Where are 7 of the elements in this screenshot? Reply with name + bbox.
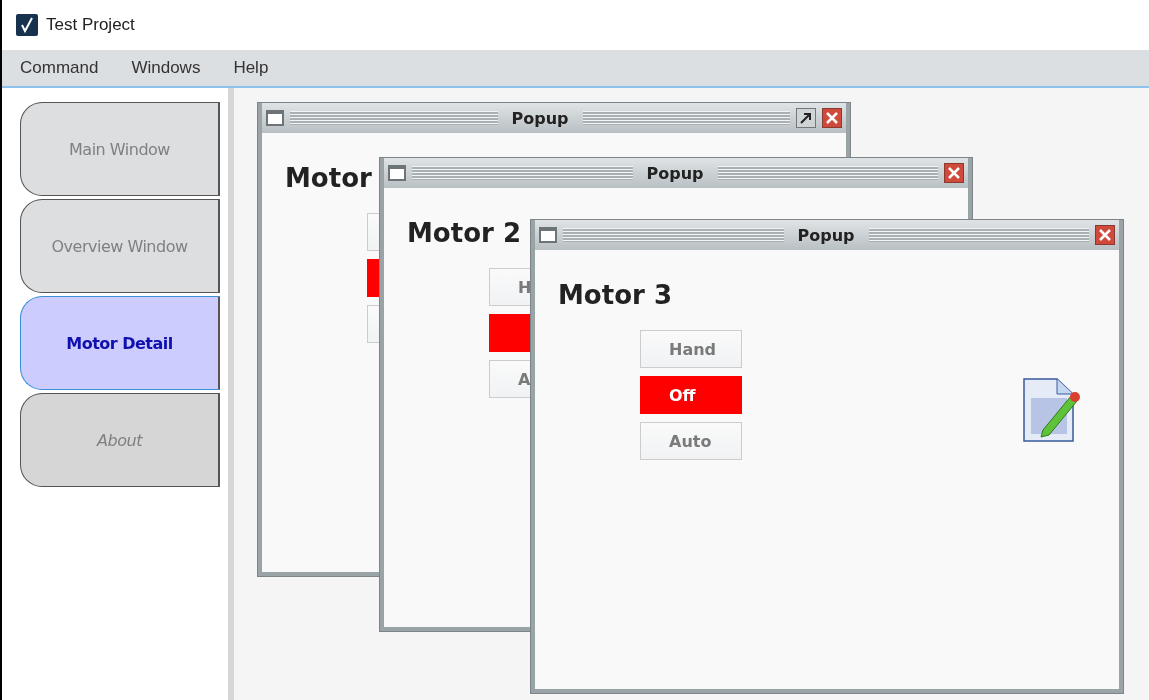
motor-heading: Motor 3	[558, 280, 672, 310]
popup-title: Popup	[645, 163, 705, 183]
popup-title: Popup	[796, 225, 856, 245]
popup-title: Popup	[510, 108, 570, 128]
motor-heading: Motor	[285, 163, 372, 193]
motor-heading: Motor 2	[407, 218, 521, 248]
window-title: Test Project	[46, 15, 135, 35]
